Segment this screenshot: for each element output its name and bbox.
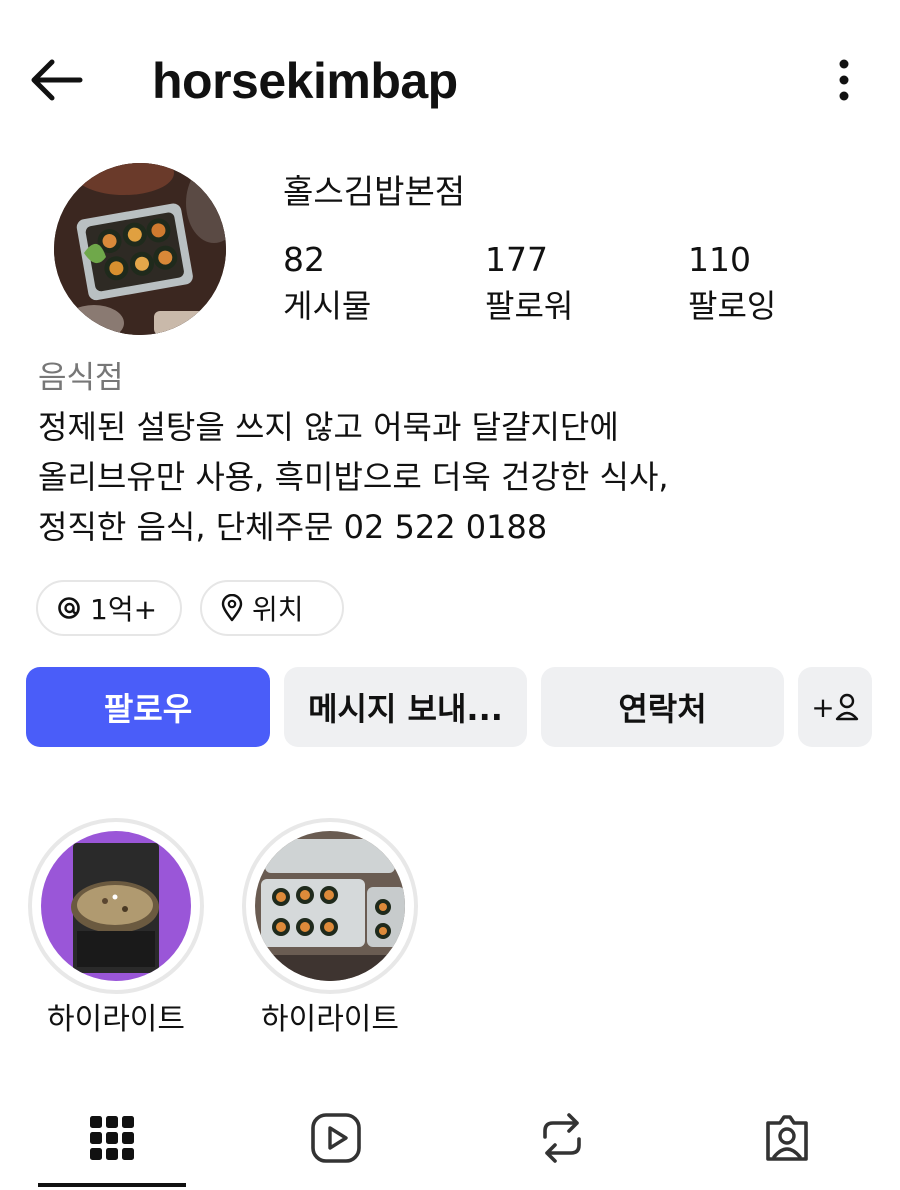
stat-posts[interactable]: 82 게시물	[283, 238, 371, 328]
bio-line: 정제된 설탕을 쓰지 않고 어묵과 달걀지단에	[38, 408, 619, 446]
highlight-thumbnail	[255, 831, 405, 981]
stat-following-label: 팔로잉	[688, 287, 777, 325]
follow-button[interactable]: 팔로우	[26, 667, 270, 747]
reels-icon	[311, 1113, 361, 1163]
profile-username: horsekimbap	[152, 53, 458, 109]
highlight-ring	[28, 818, 204, 994]
story-highlight[interactable]: 하이라이트	[240, 818, 420, 1042]
arrow-left-icon	[31, 59, 83, 101]
more-options-button[interactable]	[826, 56, 862, 104]
kimbap-trays-photo	[255, 831, 405, 981]
stat-posts-count: 82	[283, 240, 325, 279]
stat-following[interactable]: 110 팔로잉	[688, 238, 776, 328]
back-button[interactable]	[26, 52, 86, 108]
bio-line: 정직한 음식, 단체주문 02 522 0188	[38, 508, 548, 546]
stat-followers-count: 177	[485, 240, 548, 279]
rice-cooker-photo	[41, 831, 191, 981]
threads-chip-label: 1억+	[90, 593, 158, 626]
stat-following-count: 110	[688, 240, 751, 279]
tab-grid[interactable]	[37, 1090, 187, 1186]
tab-reposts[interactable]	[487, 1090, 637, 1186]
story-highlight[interactable]: 하이라이트	[26, 818, 206, 1042]
profile-avatar[interactable]	[54, 163, 226, 335]
stat-posts-label: 게시물	[283, 287, 372, 325]
profile-bio: 정제된 설탕을 쓰지 않고 어묵과 달걀지단에 올리브유만 사용, 흑미밥으로 …	[38, 402, 669, 552]
bio-line: 올리브유만 사용, 흑미밥으로 더욱 건강한 식사,	[38, 458, 669, 496]
location-chip-label: 위치	[252, 593, 304, 626]
contact-button[interactable]: 연락처	[541, 667, 784, 747]
add-user-plus: +	[811, 690, 835, 724]
repost-icon	[543, 1113, 581, 1163]
tagged-icon	[766, 1115, 808, 1161]
message-button[interactable]: 메시지 보내...	[284, 667, 527, 747]
location-pin-icon	[221, 594, 243, 622]
grid-icon	[90, 1116, 134, 1160]
threads-icon	[58, 597, 80, 619]
location-chip[interactable]: 위치	[200, 580, 344, 636]
tab-tagged[interactable]	[712, 1090, 862, 1186]
person-icon	[835, 693, 858, 721]
highlight-ring	[242, 818, 418, 994]
display-name: 홀스김밥본점	[283, 172, 466, 211]
profile-category: 음식점	[38, 360, 124, 396]
highlight-thumbnail	[41, 831, 191, 981]
tab-reels[interactable]	[261, 1090, 411, 1186]
stat-followers[interactable]: 177 팔로워	[485, 238, 573, 328]
add-user-button[interactable]: +	[798, 667, 872, 747]
vertical-dots-icon	[839, 59, 849, 101]
stat-followers-label: 팔로워	[485, 287, 574, 325]
profile-tabs	[0, 1090, 900, 1190]
threads-chip[interactable]: 1억+	[36, 580, 182, 636]
highlight-label: 하이라이트	[47, 1002, 185, 1037]
active-tab-indicator	[38, 1183, 186, 1187]
top-bar: horsekimbap	[0, 0, 900, 160]
kimbap-tray-photo	[54, 163, 226, 335]
highlight-label: 하이라이트	[261, 1002, 399, 1037]
